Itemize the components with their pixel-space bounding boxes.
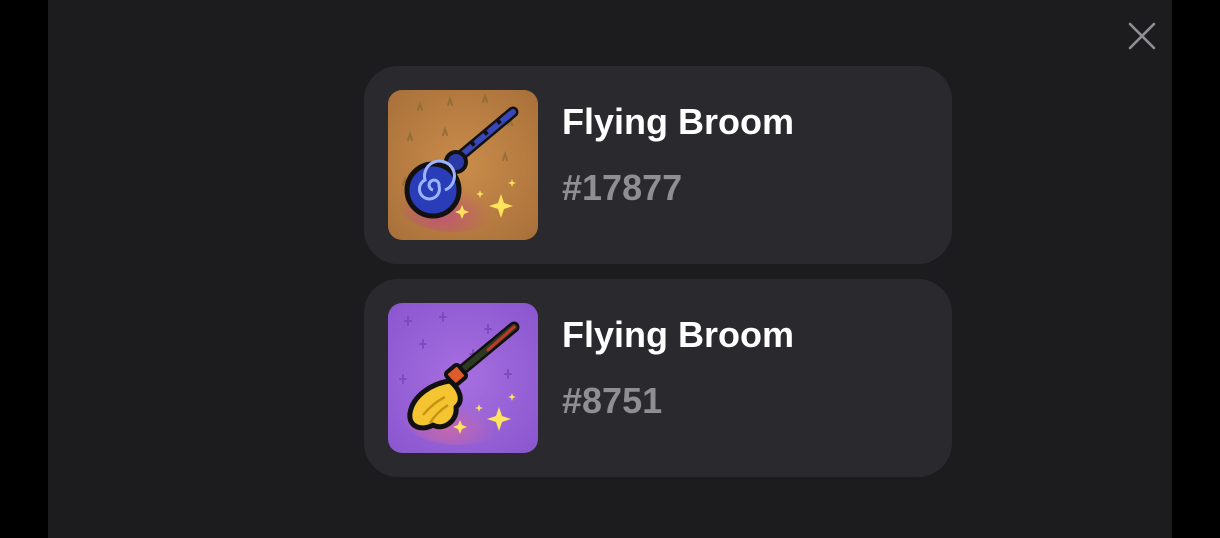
item-list: Flying Broom #17877 Flying Broom #8751 xyxy=(364,66,952,492)
item-name: Flying Broom xyxy=(562,314,794,355)
item-modal: Flying Broom #17877 Flying Broom #8751 xyxy=(48,0,1172,538)
close-icon xyxy=(1128,22,1156,50)
item-thumbnail xyxy=(388,90,538,240)
blue-swirl-broom-icon xyxy=(388,90,538,240)
close-button[interactable] xyxy=(1124,18,1160,54)
item-name: Flying Broom xyxy=(562,101,794,142)
list-item[interactable]: Flying Broom #8751 xyxy=(364,279,952,477)
item-info: Flying Broom #8751 xyxy=(562,303,794,453)
item-id: #8751 xyxy=(562,380,663,421)
item-id: #17877 xyxy=(562,167,683,208)
item-info: Flying Broom #17877 xyxy=(562,90,794,240)
item-thumbnail xyxy=(388,303,538,453)
yellow-broom-icon xyxy=(388,303,538,453)
list-item[interactable]: Flying Broom #17877 xyxy=(364,66,952,264)
